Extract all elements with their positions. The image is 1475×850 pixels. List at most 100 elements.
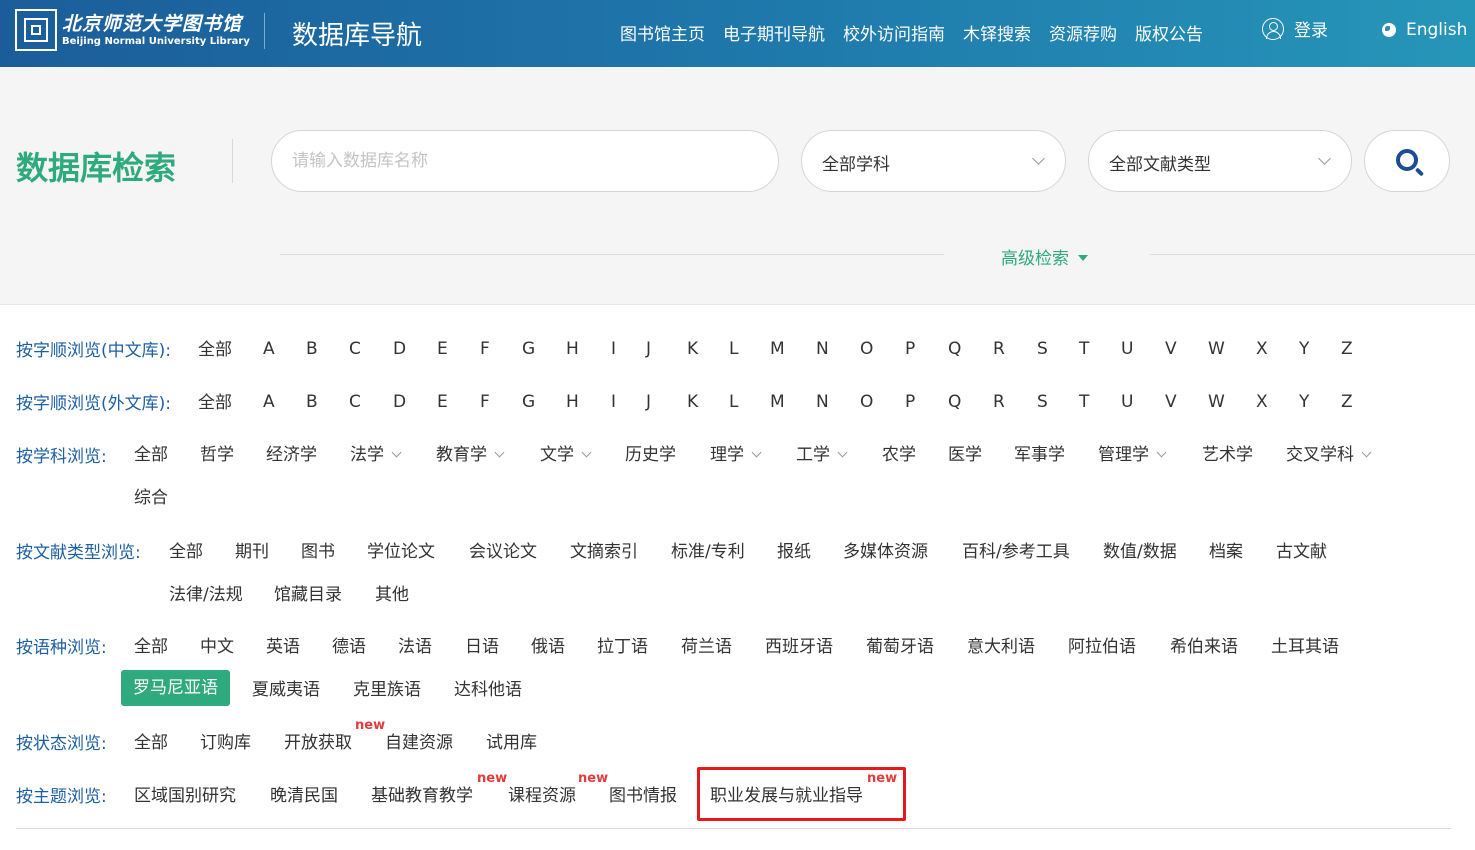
doctype-item[interactable]: 会议论文	[469, 541, 537, 563]
alpha-cn-letter[interactable]: U	[1121, 338, 1133, 360]
status-item[interactable]: 全部	[134, 732, 168, 754]
library-logo-icon[interactable]	[15, 9, 57, 51]
alpha-cn-letter[interactable]: Z	[1341, 338, 1353, 360]
topic-item[interactable]: 晚清民国	[270, 785, 338, 807]
language-item[interactable]: 德语	[332, 636, 366, 658]
language-item[interactable]: 希伯来语	[1170, 636, 1238, 658]
alpha-en-letter[interactable]: Y	[1299, 391, 1309, 413]
login-link[interactable]: 登录	[1262, 16, 1328, 41]
alpha-cn-letter[interactable]: F	[480, 338, 490, 360]
language-item[interactable]: 荷兰语	[681, 636, 732, 658]
doctype-item[interactable]: 档案	[1209, 541, 1243, 563]
alpha-cn-letter[interactable]: A	[263, 338, 275, 360]
alpha-cn-letter[interactable]: I	[611, 338, 616, 360]
alpha-cn-letter[interactable]: G	[522, 338, 535, 360]
doctype-item[interactable]: 法律/法规	[169, 584, 243, 606]
nav-muduo-search[interactable]: 木铎搜索	[963, 20, 1031, 45]
subject-comprehensive[interactable]: 综合	[134, 487, 168, 509]
language-item-selected[interactable]: 罗马尼亚语	[121, 670, 230, 706]
subject-economics[interactable]: 经济学	[266, 444, 317, 466]
alpha-en-letter[interactable]: S	[1037, 391, 1048, 413]
language-item[interactable]: 西班牙语	[765, 636, 833, 658]
subject-law[interactable]: 法学	[350, 444, 402, 466]
alpha-en-letter[interactable]: Z	[1341, 391, 1353, 413]
alpha-cn-letter[interactable]: R	[993, 338, 1005, 360]
subject-medicine[interactable]: 医学	[948, 444, 982, 466]
alpha-cn-letter[interactable]: V	[1165, 338, 1177, 360]
language-item[interactable]: 全部	[134, 636, 168, 658]
alpha-cn-letter[interactable]: H	[566, 338, 579, 360]
alpha-cn-letter[interactable]: P	[905, 338, 915, 360]
alpha-cn-letter[interactable]: D	[393, 338, 406, 360]
language-item[interactable]: 日语	[465, 636, 499, 658]
doctype-item[interactable]: 百科/参考工具	[962, 541, 1070, 563]
topic-item[interactable]: 课程资源	[508, 785, 576, 807]
alpha-cn-letter[interactable]: S	[1037, 338, 1048, 360]
subject-engineering[interactable]: 工学	[796, 444, 848, 466]
topic-item[interactable]: 基础教育教学	[371, 785, 473, 807]
language-switch[interactable]: English	[1382, 20, 1467, 40]
alpha-cn-all[interactable]: 全部	[198, 339, 232, 361]
alpha-en-letter[interactable]: P	[905, 391, 915, 413]
alpha-cn-letter[interactable]: T	[1079, 338, 1089, 360]
language-item[interactable]: 克里族语	[353, 679, 421, 701]
nav-resource-recommend[interactable]: 资源荐购	[1049, 20, 1117, 45]
alpha-en-letter[interactable]: T	[1079, 391, 1089, 413]
database-name-input[interactable]	[272, 131, 778, 191]
doctype-item[interactable]: 期刊	[235, 541, 269, 563]
subject-science[interactable]: 理学	[710, 444, 762, 466]
subject-agriculture[interactable]: 农学	[882, 444, 916, 466]
language-item[interactable]: 土耳其语	[1271, 636, 1339, 658]
doctype-item[interactable]: 多媒体资源	[843, 541, 928, 563]
language-item[interactable]: 英语	[266, 636, 300, 658]
alpha-en-letter[interactable]: G	[522, 391, 535, 413]
alpha-cn-letter[interactable]: J	[646, 338, 651, 360]
language-item[interactable]: 葡萄牙语	[866, 636, 934, 658]
alpha-en-all[interactable]: 全部	[198, 392, 232, 414]
alpha-en-letter[interactable]: C	[349, 391, 361, 413]
nav-library-home[interactable]: 图书馆主页	[620, 20, 705, 45]
subject-management[interactable]: 管理学	[1098, 444, 1167, 466]
alpha-cn-letter[interactable]: C	[349, 338, 361, 360]
alpha-en-letter[interactable]: X	[1256, 391, 1268, 413]
language-item[interactable]: 法语	[398, 636, 432, 658]
doctype-item[interactable]: 学位论文	[367, 541, 435, 563]
doctype-item[interactable]: 其他	[375, 584, 409, 606]
alpha-en-letter[interactable]: J	[646, 391, 651, 413]
language-item[interactable]: 夏威夷语	[252, 679, 320, 701]
doctype-item[interactable]: 馆藏目录	[274, 584, 342, 606]
alpha-en-letter[interactable]: I	[611, 391, 616, 413]
doctype-item[interactable]: 全部	[169, 541, 203, 563]
alpha-en-letter[interactable]: R	[993, 391, 1005, 413]
alpha-en-letter[interactable]: F	[480, 391, 490, 413]
subject-all[interactable]: 全部	[134, 444, 168, 466]
topic-item[interactable]: 图书情报	[609, 785, 677, 807]
subject-philosophy[interactable]: 哲学	[200, 444, 234, 466]
status-item[interactable]: 订购库	[200, 732, 251, 754]
doctype-item[interactable]: 标准/专利	[671, 541, 745, 563]
subject-history[interactable]: 历史学	[625, 444, 676, 466]
alpha-en-letter[interactable]: E	[437, 391, 448, 413]
alpha-en-letter[interactable]: K	[687, 391, 698, 413]
alpha-cn-letter[interactable]: O	[860, 338, 873, 360]
alpha-en-letter[interactable]: V	[1165, 391, 1177, 413]
subject-select[interactable]: 全部学科	[801, 130, 1066, 192]
alpha-cn-letter[interactable]: N	[816, 338, 829, 360]
alpha-en-letter[interactable]: B	[306, 391, 318, 413]
alpha-cn-letter[interactable]: L	[729, 338, 738, 360]
language-item[interactable]: 拉丁语	[597, 636, 648, 658]
doctype-item[interactable]: 报纸	[777, 541, 811, 563]
alpha-cn-letter[interactable]: E	[437, 338, 448, 360]
alpha-en-letter[interactable]: O	[860, 391, 873, 413]
subject-interdisciplinary[interactable]: 交叉学科	[1286, 444, 1372, 466]
language-item[interactable]: 意大利语	[967, 636, 1035, 658]
doctype-item[interactable]: 数值/数据	[1103, 541, 1177, 563]
alpha-cn-letter[interactable]: B	[306, 338, 318, 360]
alpha-cn-letter[interactable]: Q	[948, 338, 961, 360]
language-item[interactable]: 达科他语	[454, 679, 522, 701]
topic-item[interactable]: 区域国别研究	[134, 785, 236, 807]
language-item[interactable]: 中文	[200, 636, 234, 658]
language-item[interactable]: 阿拉伯语	[1068, 636, 1136, 658]
alpha-cn-letter[interactable]: Y	[1299, 338, 1309, 360]
search-button[interactable]	[1364, 130, 1450, 192]
